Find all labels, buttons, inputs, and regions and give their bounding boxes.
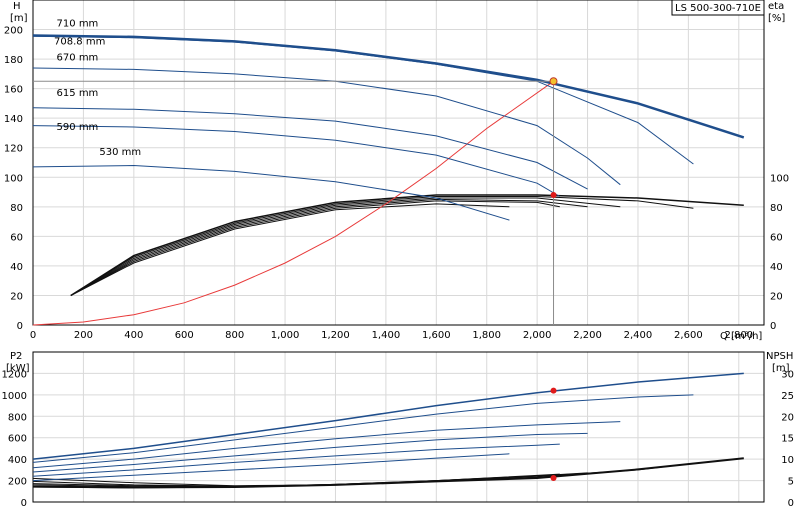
power-tick-label: 800 [8,412,27,423]
power-tick-label: 1000 [2,391,27,402]
npsh-tick-label: 0 [788,498,794,509]
pump-performance-chart: 0 200 400 600 800 1,000 1,200 1,400 1,600 1,800 2,… [0,0,800,520]
flow-tick-label: 2,000 [523,330,552,341]
flow-tick-label: 800 [225,330,244,341]
chart-background [0,0,800,520]
head-tick-label: 180 [4,55,23,66]
npsh-tick-label: 25 [781,391,794,402]
power-axis-label: P2 [10,351,22,362]
eta-tick-label: 80 [770,203,783,214]
head-curve-label: 710 mm [57,19,99,30]
efficiency-point [550,192,557,198]
head-tick-label: 60 [10,232,23,243]
head-tick-label: 120 [4,144,23,155]
head-axis-unit: [m] [10,13,28,24]
npsh-point [550,475,557,481]
head-curve-label: 670 mm [57,53,99,64]
head-tick-label: 140 [4,114,23,125]
flow-tick-label: 1,200 [321,330,350,341]
eta-tick-label: 60 [770,232,783,243]
flow-tick-label: 1,800 [472,330,501,341]
power-tick-label: 0 [21,498,27,509]
npsh-axis-unit: [m] [772,363,790,374]
eta-tick-label: 40 [770,262,783,273]
flow-tick-label: 2,400 [624,330,653,341]
duty-point [549,77,558,86]
head-tick-label: 200 [4,26,23,37]
eta-axis-unit: [%] [768,13,785,24]
head-curve-label: 530 mm [99,147,141,158]
head-tick-label: 20 [10,291,23,302]
flow-tick-label: 1,600 [422,330,451,341]
power-axis-unit: [kW] [6,363,30,374]
head-tick-label: 160 [4,85,23,96]
head-curve-label: 615 mm [57,88,99,99]
eta-tick-label: 20 [770,291,783,302]
head-tick-label: 80 [10,203,23,214]
power-tick-label: 600 [8,434,27,445]
eta-tick-label: 0 [770,321,776,332]
eta-tick-label: 100 [770,173,789,184]
head-tick-label: 100 [4,173,23,184]
eta-axis-label: eta [768,1,784,12]
flow-tick-label: 400 [124,330,143,341]
head-axis-label: H [13,1,21,12]
flow-tick-label: 0 [30,330,36,341]
flow-tick-label: 600 [175,330,194,341]
flow-tick-label: 200 [74,330,93,341]
npsh-tick-label: 15 [781,434,794,445]
flow-tick-label: 2,600 [674,330,703,341]
power-tick-label: 400 [8,455,27,466]
flow-axis-label: Q [m³/h] [720,331,762,342]
head-curve-label: 708.8 mm [54,36,105,47]
flow-tick-label: 2,200 [573,330,602,341]
npsh-tick-label: 20 [781,412,794,423]
head-tick-label: 40 [10,262,23,273]
power-tick-label: 200 [8,477,27,488]
pump-model-label: LS 500-300-710E [675,3,761,14]
head-curve-label: 590 mm [57,122,99,133]
head-tick-label: 0 [17,321,23,332]
flow-tick-label: 1,000 [271,330,300,341]
power-point [550,387,557,394]
npsh-axis-label: NPSH [766,351,793,362]
flow-tick-label: 1,400 [372,330,401,341]
npsh-tick-label: 10 [781,455,794,466]
npsh-tick-label: 5 [788,477,794,488]
